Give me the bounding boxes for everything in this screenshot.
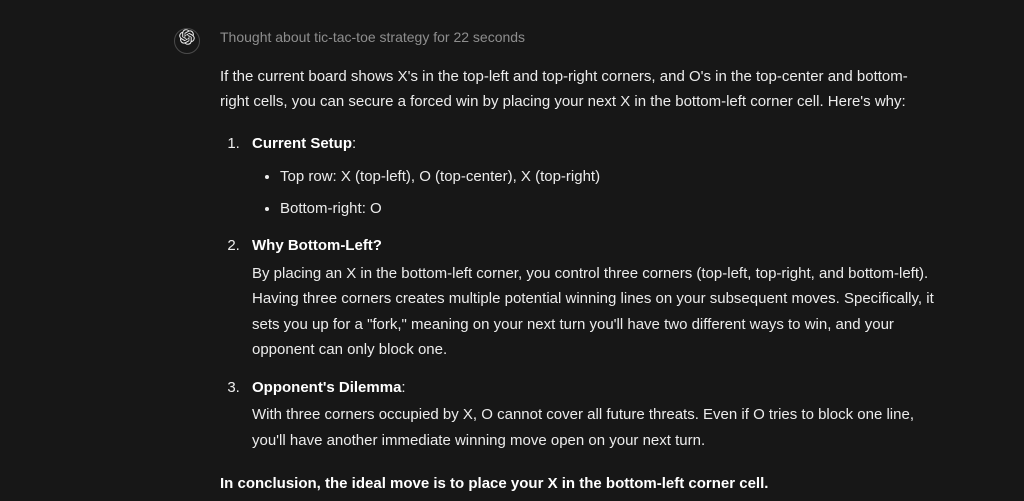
sub-list: Top row: X (top-left), O (top-center), X… <box>252 164 934 221</box>
list-item: Current Setup: Top row: X (top-left), O … <box>244 131 934 222</box>
sub-list-item: Top row: X (top-left), O (top-center), X… <box>280 164 934 190</box>
thought-indicator[interactable]: Thought about tic-tac-toe strategy for 2… <box>220 26 934 50</box>
list-item: Opponent's Dilemma: With three corners o… <box>244 375 934 454</box>
assistant-message: Thought about tic-tac-toe strategy for 2… <box>0 26 1024 497</box>
assistant-avatar <box>174 28 200 54</box>
list-item-title: Why Bottom-Left? <box>252 237 382 254</box>
list-item: Why Bottom-Left? By placing an X in the … <box>244 233 934 363</box>
list-item-body: By placing an X in the bottom-left corne… <box>252 261 934 363</box>
response-ordered-list: Current Setup: Top row: X (top-left), O … <box>220 131 934 454</box>
openai-logo-icon <box>179 28 195 54</box>
list-item-title: Opponent's Dilemma <box>252 379 401 396</box>
response-intro: If the current board shows X's in the to… <box>220 64 934 115</box>
sub-list-item: Bottom-right: O <box>280 196 934 222</box>
list-item-body: With three corners occupied by X, O cann… <box>252 402 934 453</box>
list-item-title: Current Setup <box>252 135 352 152</box>
response-conclusion: In conclusion, the ideal move is to plac… <box>220 471 934 497</box>
assistant-content: Thought about tic-tac-toe strategy for 2… <box>220 26 934 497</box>
